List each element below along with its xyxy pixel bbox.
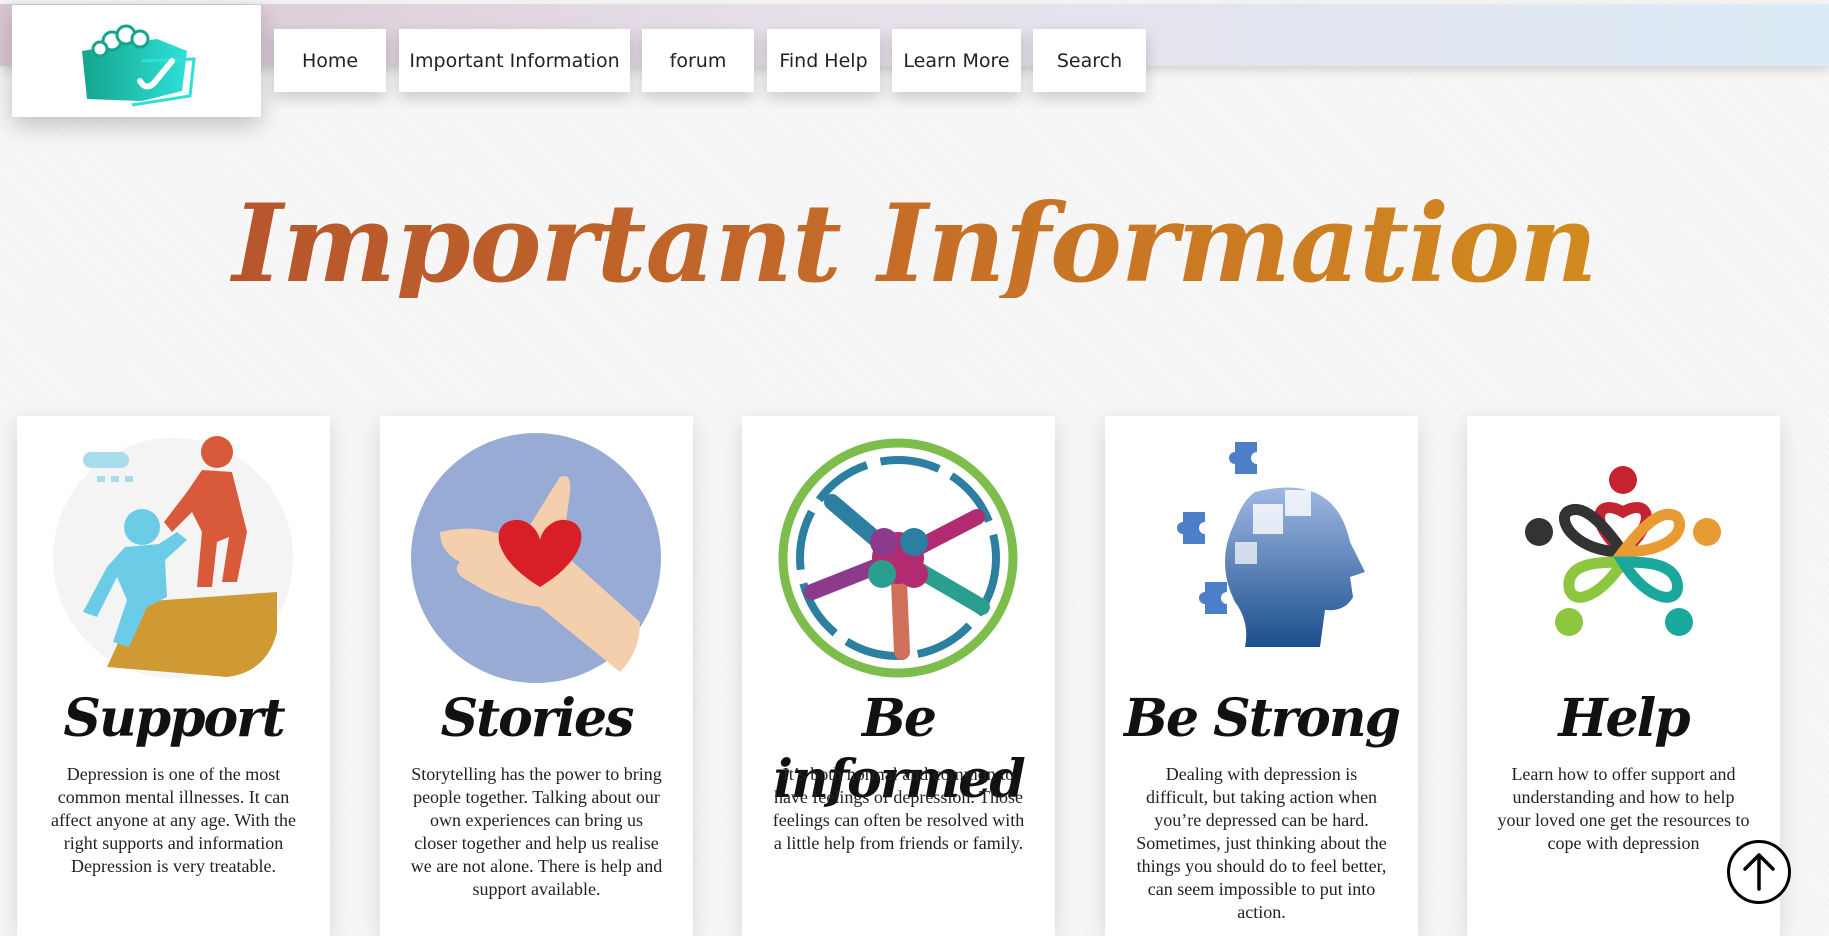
card-title: Stories xyxy=(440,688,635,749)
joined-hands-circle-icon xyxy=(778,438,1018,678)
puzzle-head-icon xyxy=(1177,442,1365,647)
nav-home[interactable]: Home xyxy=(274,29,386,92)
card-title: Support xyxy=(63,688,285,749)
card-stories: Stories Storytelling has the power to br… xyxy=(380,416,693,936)
card-title: Be Strong xyxy=(1124,688,1401,749)
card-text: It’s both normal and common to have feel… xyxy=(772,764,1025,853)
heart-in-hand-icon xyxy=(411,433,661,683)
card-support: Support Depression is one of the most co… xyxy=(17,416,330,936)
site-logo[interactable] xyxy=(12,5,261,117)
arrow-up-circle-icon xyxy=(1743,853,1775,891)
page-title: Important Information xyxy=(0,190,1829,298)
nav-find-help[interactable]: Find Help xyxy=(767,29,880,92)
card-text: Learn how to offer support and understan… xyxy=(1497,764,1750,853)
card-title: Help xyxy=(1558,688,1690,749)
community-hearts-icon xyxy=(1525,466,1721,636)
card-text: Storytelling has the power to bring peop… xyxy=(410,764,663,899)
scroll-to-top-button[interactable] xyxy=(1727,840,1791,904)
nav-learn-more[interactable]: Learn More xyxy=(892,29,1021,92)
card-be-strong: Be Strong Dealing with depression is dif… xyxy=(1105,416,1418,936)
helping-hand-climb-icon xyxy=(53,436,293,678)
card-be-informed: Be informed It’s both normal and common … xyxy=(742,416,1055,936)
card-text: Dealing with depression is difficult, bu… xyxy=(1136,764,1387,922)
card-text: Depression is one of the most common men… xyxy=(50,764,296,876)
nav-search[interactable]: Search xyxy=(1033,29,1146,92)
nav-important-information[interactable]: Important Information xyxy=(399,29,630,92)
nav-forum[interactable]: forum xyxy=(642,29,754,92)
hand-check-logo-icon xyxy=(81,24,196,107)
